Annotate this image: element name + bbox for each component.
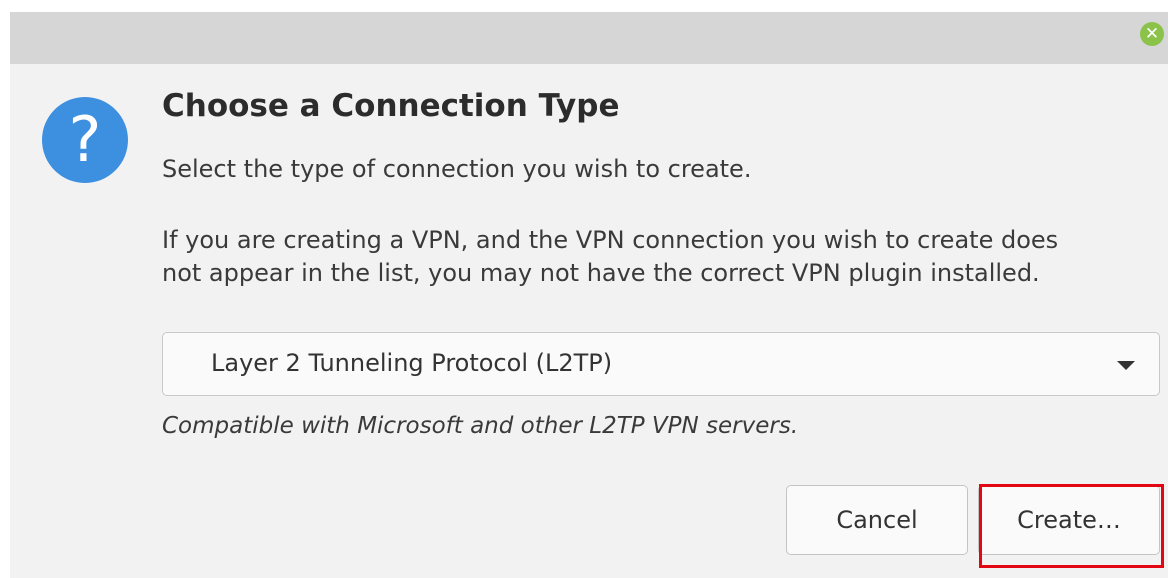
chevron-down-icon — [1117, 361, 1135, 370]
cancel-button[interactable]: Cancel — [786, 485, 968, 555]
connection-type-dropdown[interactable]: Layer 2 Tunneling Protocol (L2TP) — [162, 332, 1160, 396]
connection-type-dialog: ✕ ? Choose a Connection Type Select the … — [10, 12, 1168, 578]
vpn-info-text: If you are creating a VPN, and the VPN c… — [162, 224, 1152, 290]
connection-type-description: Compatible with Microsoft and other L2TP… — [162, 413, 799, 439]
connection-type-selected: Layer 2 Tunneling Protocol (L2TP) — [211, 349, 613, 377]
vpn-info-line-1: If you are creating a VPN, and the VPN c… — [162, 226, 1059, 254]
vpn-info-line-2: not appear in the list, you may not have… — [162, 259, 1040, 287]
question-icon: ? — [42, 97, 128, 183]
title-bar: ✕ — [10, 12, 1168, 64]
dialog-title: Choose a Connection Type — [162, 88, 620, 124]
close-icon[interactable]: ✕ — [1140, 22, 1164, 46]
create-button[interactable]: Create… — [978, 485, 1160, 555]
dialog-subtitle: Select the type of connection you wish t… — [162, 155, 752, 183]
